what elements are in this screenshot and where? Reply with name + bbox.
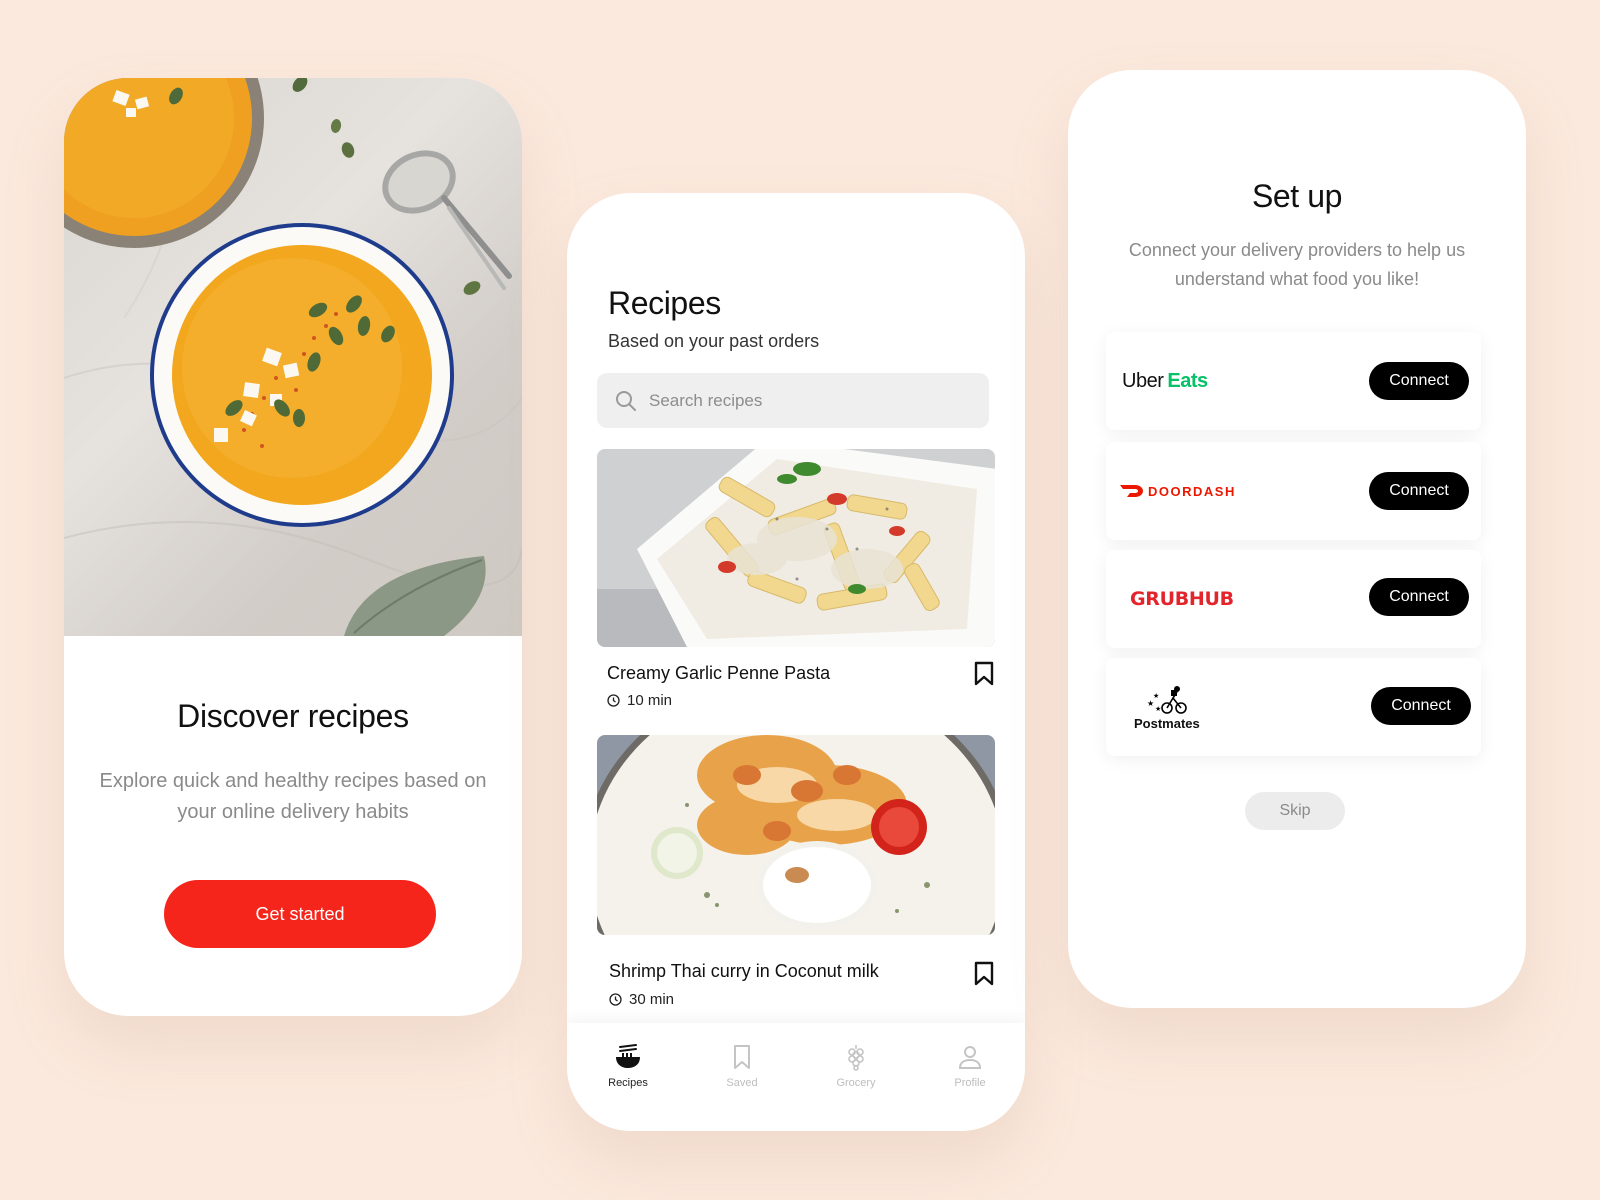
onboarding-description: Explore quick and healthy recipes based … [99,770,487,823]
tab-saved[interactable]: Saved [707,1043,777,1089]
skip-button[interactable]: Skip [1245,792,1345,830]
recipe-time-label: 10 min [627,692,673,709]
tab-label: Grocery [836,1077,876,1089]
recipe-time-label: 30 min [629,991,675,1008]
recipe-title[interactable]: Creamy Garlic Penne Pasta [607,663,830,684]
clock-icon [609,993,622,1006]
get-started-button[interactable]: Get started [164,880,436,948]
provider-card-grubhub: GRUBHUB Connect [1106,550,1481,648]
search-bar[interactable] [597,373,989,428]
doordash-wordmark: DOORDASH [1148,483,1236,499]
tab-grocery[interactable]: Grocery [821,1043,891,1089]
grapes-icon [842,1043,870,1071]
provider-card-postmates: ★ ★ ★ Postmates Connect [1106,658,1481,756]
connect-button[interactable]: Connect [1369,362,1469,400]
grubhub-logo: GRUBHUB [1130,550,1234,648]
ubereats-logo-eats: Eats [1167,369,1208,392]
connect-button[interactable]: Connect [1369,472,1469,510]
connect-button[interactable]: Connect [1369,578,1469,616]
curry-image [597,735,995,935]
doordash-logo: DOORDASH [1120,442,1236,540]
grubhub-wordmark: GRUBHUB [1130,588,1234,610]
onboarding-screen: Discover recipes Explore quick and healt… [64,78,522,1016]
setup-description: Connect your delivery providers to help … [1128,240,1466,289]
recipe-title[interactable]: Shrimp Thai curry in Coconut milk [609,961,879,982]
onboarding-title: Discover recipes [177,698,409,734]
recipe-card[interactable]: Shrimp Thai curry in Coconut milk 30 min [597,735,995,1015]
tab-label: Recipes [608,1077,648,1089]
clock-icon [607,694,620,707]
recipe-card[interactable]: Creamy Garlic Penne Pasta 10 min [597,449,995,711]
user-icon [956,1043,984,1071]
bookmark-icon [728,1043,756,1071]
svg-text:★: ★ [1153,692,1159,700]
recipe-time: 30 min [609,991,674,1008]
provider-card-doordash: DOORDASH Connect [1106,442,1481,540]
soup-hero-image [64,78,522,636]
ubereats-logo-uber: Uber [1122,369,1164,392]
bottom-tab-bar: Recipes Saved Grocery Profile [567,1023,1025,1131]
bookmark-icon[interactable] [973,661,995,687]
bookmark-icon[interactable] [973,961,995,987]
postmates-logo: ★ ★ ★ Postmates [1134,658,1200,756]
setup-screen: Set up Connect your delivery providers t… [1068,70,1526,1008]
tab-profile[interactable]: Profile [935,1043,1005,1089]
svg-text:★: ★ [1155,705,1161,713]
svg-text:★: ★ [1147,699,1154,708]
postmates-rider-icon: ★ ★ ★ [1145,684,1189,714]
page-title: Recipes [608,285,721,321]
recipes-screen: Recipes Based on your past orders Search… [567,193,1025,1131]
doordash-icon [1120,484,1144,498]
connect-button[interactable]: Connect [1371,687,1471,725]
tab-label: Saved [726,1077,758,1089]
provider-card-ubereats: Uber Eats Connect [1106,332,1481,430]
noodle-bowl-icon [614,1043,642,1071]
page-subtitle: Based on your past orders [608,331,820,351]
pasta-image [597,449,995,647]
tab-label: Profile [954,1077,986,1089]
ubereats-logo: Uber Eats [1122,332,1208,430]
search-icon [615,390,637,412]
postmates-wordmark: Postmates [1134,715,1200,731]
recipe-time: 10 min [607,692,672,709]
search-input[interactable] [649,390,969,411]
page-title: Set up [1251,178,1343,214]
tab-recipes[interactable]: Recipes [593,1043,663,1089]
